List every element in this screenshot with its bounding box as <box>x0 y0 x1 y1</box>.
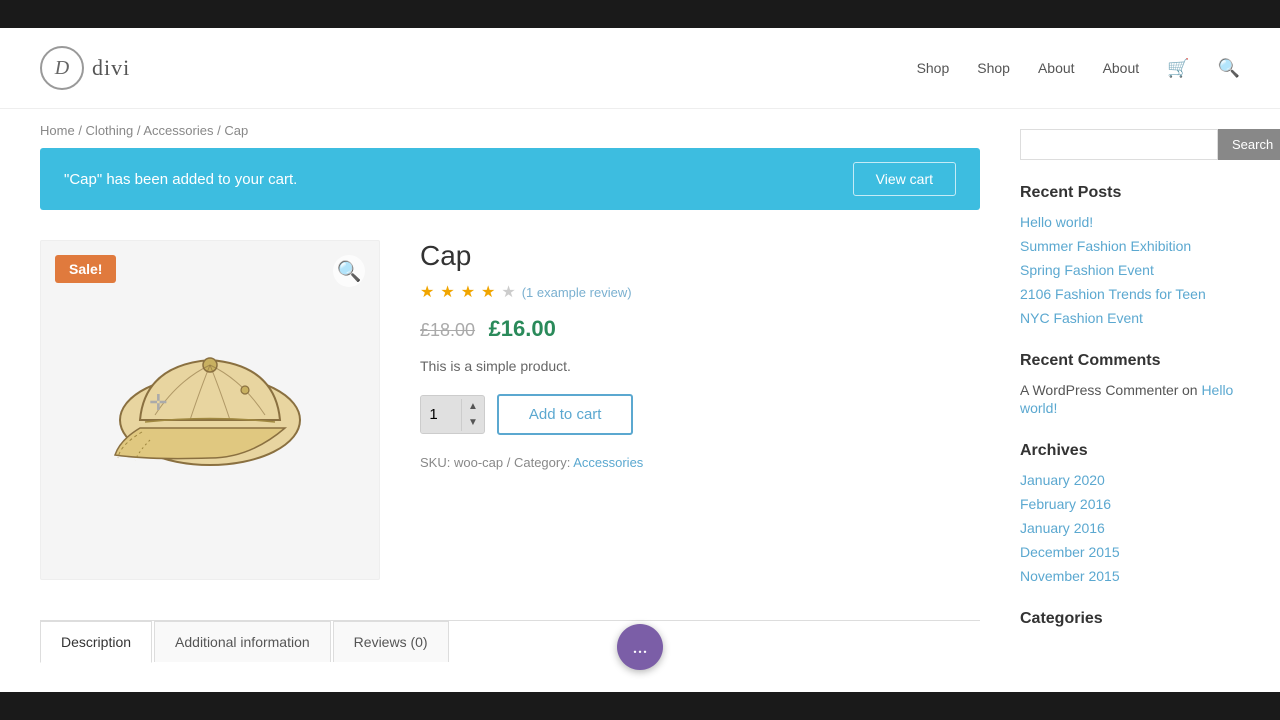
cart-notice-message: "Cap" has been added to your cart. <box>64 171 297 188</box>
list-item: February 2016 <box>1020 496 1240 514</box>
tab-additional-info[interactable]: Additional information <box>154 621 331 662</box>
recent-post-link[interactable]: 2106 Fashion Trends for Teen <box>1020 286 1206 302</box>
list-item: Hello world! <box>1020 214 1240 232</box>
add-to-cart-button[interactable]: Add to cart <box>497 394 634 435</box>
search-button[interactable]: Search <box>1218 129 1280 160</box>
view-cart-button[interactable]: View cart <box>853 162 956 196</box>
recent-comments-list: A WordPress Commenter on Hello world! <box>1020 382 1240 418</box>
old-price: £18.00 <box>420 320 475 340</box>
move-cursor-icon: ✛ <box>149 390 167 416</box>
search-input[interactable] <box>1020 129 1218 160</box>
add-to-cart-row: ▲ ▼ Add to cart <box>420 394 980 435</box>
archives-section: Archives January 2020 February 2016 Janu… <box>1020 442 1240 586</box>
quantity-up[interactable]: ▲ <box>462 399 484 415</box>
sidebar-search: Search <box>1020 129 1240 160</box>
new-price: £16.00 <box>489 316 556 341</box>
recent-posts-title: Recent Posts <box>1020 184 1240 202</box>
tab-description[interactable]: Description <box>40 621 152 663</box>
product-image-container: Sale! 🔍 ✛ <box>40 240 380 580</box>
category-separator: / Category: <box>507 455 573 470</box>
category-link[interactable]: Accessories <box>573 455 643 470</box>
archive-link[interactable]: November 2015 <box>1020 568 1120 584</box>
star-1: ★ <box>420 282 434 302</box>
recent-posts-list: Hello world! Summer Fashion Exhibition S… <box>1020 214 1240 328</box>
breadcrumb-clothing[interactable]: Clothing <box>86 123 134 138</box>
star-4: ★ <box>481 282 495 302</box>
price-container: £18.00 £16.00 <box>420 316 980 342</box>
sale-badge: Sale! <box>55 255 116 283</box>
tab-labels: Description Additional information Revie… <box>40 621 980 662</box>
commenter-name: A WordPress Commenter <box>1020 382 1178 398</box>
tab-reviews[interactable]: Reviews (0) <box>333 621 449 662</box>
product-details: Cap ★ ★ ★ ★ ★ (1 example review) £18.00 … <box>420 240 980 580</box>
quantity-input-wrap: ▲ ▼ <box>420 395 485 434</box>
star-5: ★ <box>501 282 515 302</box>
breadcrumb-home[interactable]: Home <box>40 123 75 138</box>
recent-post-link[interactable]: Summer Fashion Exhibition <box>1020 238 1191 254</box>
search-icon[interactable]: 🔍 <box>1218 58 1240 79</box>
recent-comments-title: Recent Comments <box>1020 352 1240 370</box>
archive-link[interactable]: December 2015 <box>1020 544 1120 560</box>
recent-posts-section: Recent Posts Hello world! Summer Fashion… <box>1020 184 1240 328</box>
nav-shop-2[interactable]: Shop <box>977 60 1010 76</box>
recent-post-link[interactable]: Hello world! <box>1020 214 1093 230</box>
logo-name: divi <box>92 55 130 81</box>
archive-link[interactable]: February 2016 <box>1020 496 1111 512</box>
product-tabs: Description Additional information Revie… <box>40 620 980 662</box>
list-item: NYC Fashion Event <box>1020 310 1240 328</box>
breadcrumb-current: Cap <box>224 123 248 138</box>
star-3: ★ <box>461 282 475 302</box>
star-2: ★ <box>440 282 454 302</box>
archives-list: January 2020 February 2016 January 2016 … <box>1020 472 1240 586</box>
site-logo[interactable]: D divi <box>40 46 130 90</box>
list-item: A WordPress Commenter on Hello world! <box>1020 382 1240 418</box>
nav-shop-1[interactable]: Shop <box>917 60 950 76</box>
quantity-input[interactable] <box>421 396 461 433</box>
main-nav: Shop Shop About About 🛒 🔍 <box>917 58 1240 79</box>
list-item: 2106 Fashion Trends for Teen <box>1020 286 1240 304</box>
floating-action-button[interactable]: ... <box>617 624 663 670</box>
archive-link[interactable]: January 2020 <box>1020 472 1105 488</box>
sidebar: Search Recent Posts Hello world! Summer … <box>1020 109 1240 662</box>
list-item: December 2015 <box>1020 544 1240 562</box>
nav-about-1[interactable]: About <box>1038 60 1075 76</box>
cart-icon[interactable]: 🛒 <box>1167 58 1189 79</box>
archive-link[interactable]: January 2016 <box>1020 520 1105 536</box>
cart-notice-banner: "Cap" has been added to your cart. View … <box>40 148 980 210</box>
product-title: Cap <box>420 240 980 272</box>
product-image <box>90 310 330 510</box>
categories-title: Categories <box>1020 610 1240 628</box>
list-item: Summer Fashion Exhibition <box>1020 238 1240 256</box>
product-rating: ★ ★ ★ ★ ★ (1 example review) <box>420 282 980 302</box>
list-item: November 2015 <box>1020 568 1240 586</box>
nav-about-2[interactable]: About <box>1103 60 1140 76</box>
site-header: D divi Shop Shop About About 🛒 🔍 <box>0 28 1280 109</box>
product-meta: SKU: woo-cap / Category: Accessories <box>420 455 980 470</box>
list-item: January 2020 <box>1020 472 1240 490</box>
top-bar <box>0 0 1280 28</box>
archives-title: Archives <box>1020 442 1240 460</box>
recent-comments-section: Recent Comments A WordPress Commenter on… <box>1020 352 1240 418</box>
recent-post-link[interactable]: Spring Fashion Event <box>1020 262 1154 278</box>
quantity-arrows: ▲ ▼ <box>461 399 484 431</box>
sku-value: woo-cap <box>454 455 503 470</box>
categories-section: Categories <box>1020 610 1240 628</box>
review-link[interactable]: (1 example review) <box>522 285 632 300</box>
bottom-bar <box>0 692 1280 720</box>
product-section: Sale! 🔍 ✛ <box>40 230 980 610</box>
list-item: January 2016 <box>1020 520 1240 538</box>
zoom-icon[interactable]: 🔍 <box>333 255 365 287</box>
comment-on: on <box>1182 382 1201 398</box>
product-description: This is a simple product. <box>420 358 980 374</box>
breadcrumb-accessories[interactable]: Accessories <box>143 123 213 138</box>
sku-label: SKU: <box>420 455 454 470</box>
breadcrumb: Home / Clothing / Accessories / Cap <box>40 109 980 148</box>
recent-post-link[interactable]: NYC Fashion Event <box>1020 310 1143 326</box>
list-item: Spring Fashion Event <box>1020 262 1240 280</box>
logo-icon: D <box>40 46 84 90</box>
quantity-down[interactable]: ▼ <box>462 415 484 431</box>
